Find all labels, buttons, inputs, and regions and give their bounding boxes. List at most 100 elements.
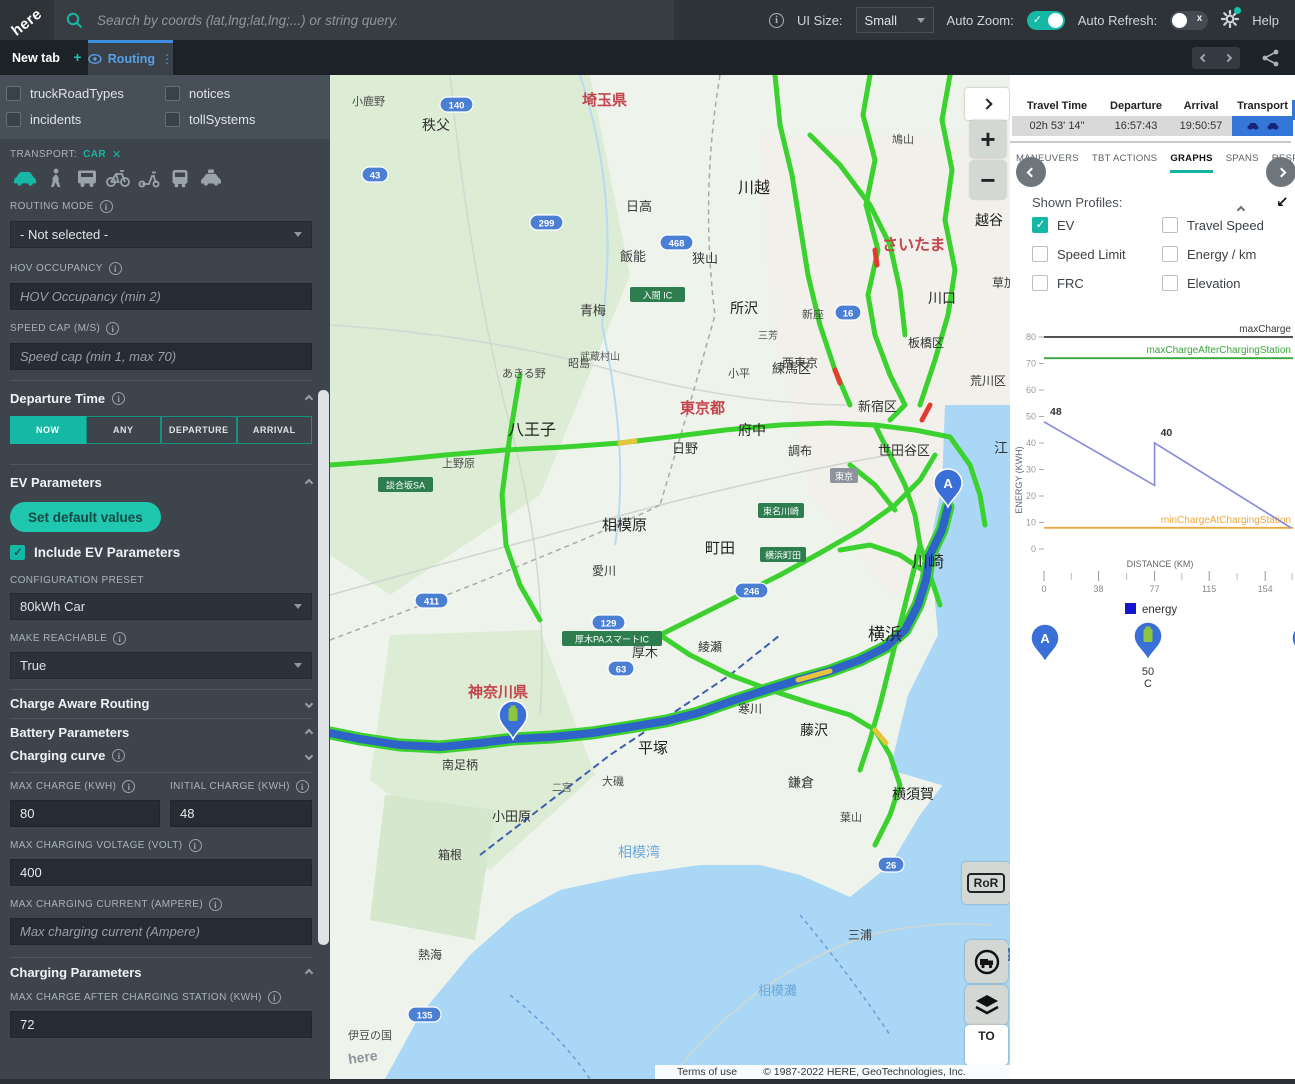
collapse-profiles-icon[interactable]: [1238, 200, 1244, 218]
initial-charge-input[interactable]: [170, 800, 312, 827]
transport-cell[interactable]: [1232, 116, 1293, 136]
transport-scooter-icon[interactable]: [134, 167, 164, 189]
make-reachable-select[interactable]: True: [10, 652, 312, 679]
charging-parameters-header[interactable]: Charging Parameters: [10, 965, 312, 980]
marker-a-pin[interactable]: A: [1021, 622, 1069, 668]
transport-taxi-icon[interactable]: [196, 167, 226, 189]
back-icon[interactable]: [1200, 54, 1208, 62]
profile-ev[interactable]: EV: [1032, 217, 1162, 233]
transport-truck-icon[interactable]: [72, 167, 102, 189]
info-icon[interactable]: [268, 991, 281, 1004]
checkbox-incidents[interactable]: incidents: [6, 112, 165, 127]
profile-energy-km[interactable]: Energy / km: [1162, 246, 1282, 262]
info-icon[interactable]: [769, 13, 784, 28]
share-icon[interactable]: [1261, 48, 1281, 68]
zoom-out-button[interactable]: −: [970, 161, 1006, 199]
help-link[interactable]: Help: [1252, 13, 1279, 28]
marker-charging-pin[interactable]: [1124, 620, 1172, 666]
checkbox-tollsystems[interactable]: tollSystems: [165, 112, 324, 127]
ev-parameters-header[interactable]: EV Parameters: [10, 475, 312, 490]
clear-transport-icon[interactable]: ✕: [112, 148, 122, 161]
max-voltage-input[interactable]: [10, 859, 312, 886]
search-input[interactable]: [97, 13, 657, 28]
collapse-panel-button[interactable]: [965, 88, 1009, 120]
map-image[interactable]: 14043299468411162461296326127135 入間 IC談合…: [330, 75, 1010, 1079]
info-icon[interactable]: [112, 392, 125, 405]
checkbox-box[interactable]: [165, 112, 180, 127]
checkbox-box[interactable]: [1162, 217, 1178, 233]
charging-curve-header[interactable]: Charging curve: [10, 748, 312, 763]
info-icon[interactable]: [106, 322, 119, 335]
prev-route-button[interactable]: [1016, 157, 1046, 187]
collapse-icon[interactable]: [305, 728, 313, 736]
ui-size-select[interactable]: Small: [856, 7, 934, 33]
map-canvas[interactable]: 14043299468411162461296326127135 入間 IC談合…: [330, 75, 1010, 1079]
battery-parameters-header[interactable]: Battery Parameters: [10, 725, 312, 740]
marker-b-pin-partial[interactable]: [1282, 622, 1295, 668]
tab-graphs[interactable]: GRAPHS: [1170, 153, 1212, 173]
departure-time-header[interactable]: Departure Time: [10, 391, 312, 406]
collapse-icon[interactable]: [305, 968, 313, 976]
profile-travel-speed[interactable]: Travel Speed: [1162, 217, 1282, 233]
auto-refresh-toggle[interactable]: x: [1170, 11, 1208, 30]
map-layers-button[interactable]: [965, 985, 1008, 1025]
checkbox-box[interactable]: [1032, 217, 1048, 233]
speed-cap-input[interactable]: [10, 343, 312, 370]
info-icon[interactable]: [113, 632, 126, 645]
forward-icon[interactable]: [1224, 54, 1232, 62]
expand-icon[interactable]: [305, 751, 313, 759]
tab-routing[interactable]: Routing ⋮: [88, 40, 173, 75]
collapse-icon[interactable]: [305, 394, 313, 402]
charge-aware-routing-header[interactable]: Charge Aware Routing: [10, 696, 312, 711]
max-charge-input[interactable]: [10, 800, 160, 827]
transport-pedestrian-icon[interactable]: [41, 167, 71, 189]
info-icon[interactable]: [100, 200, 113, 213]
transport-bicycle-icon[interactable]: [103, 167, 133, 189]
range-on-route-button[interactable]: RoR: [962, 862, 1010, 904]
route-result-row[interactable]: 02h 53' 14" 16:57:43 19:50:57: [1012, 116, 1293, 136]
info-icon[interactable]: [109, 262, 122, 275]
collapse-icon[interactable]: [305, 478, 313, 486]
zoom-in-button[interactable]: +: [970, 120, 1006, 158]
configuration-preset-select[interactable]: 80kWh Car: [10, 593, 312, 620]
departure-arrival-button[interactable]: ARRIVAL: [237, 416, 313, 444]
settings-gear-button[interactable]: [1221, 10, 1239, 31]
sidebar-scrollbar[interactable]: [318, 390, 329, 945]
checkbox-truckroadtypes[interactable]: truckRoadTypes: [6, 86, 165, 101]
checkbox-box[interactable]: [10, 545, 25, 560]
transport-bus-icon[interactable]: [165, 167, 195, 189]
tab-tbt-actions[interactable]: TBT ACTIONS: [1092, 153, 1157, 173]
auto-zoom-toggle[interactable]: ✓: [1027, 11, 1065, 30]
departure-any-button[interactable]: ANY: [86, 416, 162, 444]
next-route-button[interactable]: [1266, 157, 1295, 187]
max-charge-after-input[interactable]: [10, 1011, 312, 1038]
truck-restrictions-button[interactable]: [965, 940, 1008, 983]
checkbox-box[interactable]: [165, 86, 180, 101]
checkbox-notices[interactable]: notices: [165, 86, 324, 101]
tab-spans[interactable]: SPANS: [1226, 153, 1259, 173]
terms-of-use-link[interactable]: Terms of use: [677, 1066, 737, 1078]
include-ev-parameters-checkbox[interactable]: Include EV Parameters: [10, 545, 312, 560]
info-icon[interactable]: [209, 898, 222, 911]
routing-mode-select[interactable]: - Not selected -: [10, 221, 312, 248]
info-icon[interactable]: [189, 839, 202, 852]
checkbox-box[interactable]: [6, 112, 21, 127]
here-logo[interactable]: here: [0, 0, 54, 40]
new-tab-button[interactable]: New tab +: [12, 49, 82, 65]
expand-icon[interactable]: [305, 699, 313, 707]
departure-now-button[interactable]: NOW: [10, 416, 86, 444]
transport-car-icon[interactable]: [10, 167, 40, 189]
checkbox-box[interactable]: [1162, 246, 1178, 262]
info-icon[interactable]: [122, 780, 135, 793]
info-icon[interactable]: [296, 780, 309, 793]
profile-elevation[interactable]: Elevation: [1162, 275, 1282, 291]
max-current-input[interactable]: [10, 918, 312, 945]
info-icon[interactable]: [112, 749, 125, 762]
profile-speed-limit[interactable]: Speed Limit: [1032, 246, 1162, 262]
tab-menu-icon[interactable]: ⋮: [161, 52, 173, 66]
checkbox-box[interactable]: [1162, 275, 1178, 291]
hov-occupancy-input[interactable]: [10, 283, 312, 310]
expand-graph-icon[interactable]: ↙: [1276, 193, 1289, 211]
checkbox-box[interactable]: [1032, 246, 1048, 262]
set-default-values-button[interactable]: Set default values: [10, 502, 161, 532]
